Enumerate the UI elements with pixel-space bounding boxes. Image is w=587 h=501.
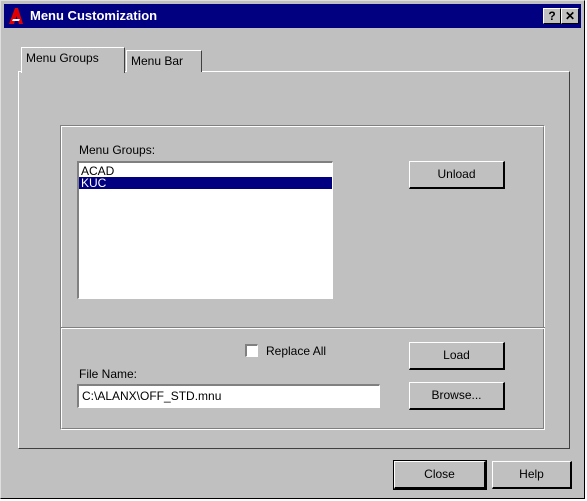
section-divider [61,327,545,329]
help-button[interactable]: Help [492,461,572,489]
menu-groups-listbox[interactable]: ACAD KUC [77,161,333,299]
replace-all-checkbox[interactable] [245,344,258,357]
list-item[interactable]: KUC [79,177,332,189]
tab-menu-bar[interactable]: Menu Bar [126,50,202,72]
close-icon: ✕ [564,9,576,23]
browse-button[interactable]: Browse... [409,382,505,410]
close-button[interactable]: Close [393,460,487,490]
file-name-label: File Name: [79,367,138,381]
menu-customization-dialog: Menu Customization ? ✕ Menu Groups Menu … [0,0,585,499]
close-caption-button[interactable]: ✕ [561,8,579,24]
unload-button[interactable]: Unload [409,161,505,189]
tab-menu-bar-label: Menu Bar [131,54,184,68]
title-bar[interactable]: Menu Customization ? ✕ [4,4,581,28]
load-button[interactable]: Load [409,342,505,370]
menu-groups-label: Menu Groups: [79,143,155,157]
window-title: Menu Customization [30,8,158,23]
help-caption-button[interactable]: ? [543,8,561,24]
replace-all-label[interactable]: Replace All [266,344,326,358]
autocad-logo-icon [9,8,23,24]
menu-groups-label-text: Menu Groups: [79,143,156,157]
file-name-field[interactable]: C:\ALANX\OFF_STD.mnu [77,384,380,408]
tab-menu-groups[interactable]: Menu Groups [21,47,125,73]
tab-menu-groups-label: Menu Groups [26,51,99,65]
list-item[interactable]: ACAD [79,165,332,177]
question-mark-icon: ? [548,9,556,23]
